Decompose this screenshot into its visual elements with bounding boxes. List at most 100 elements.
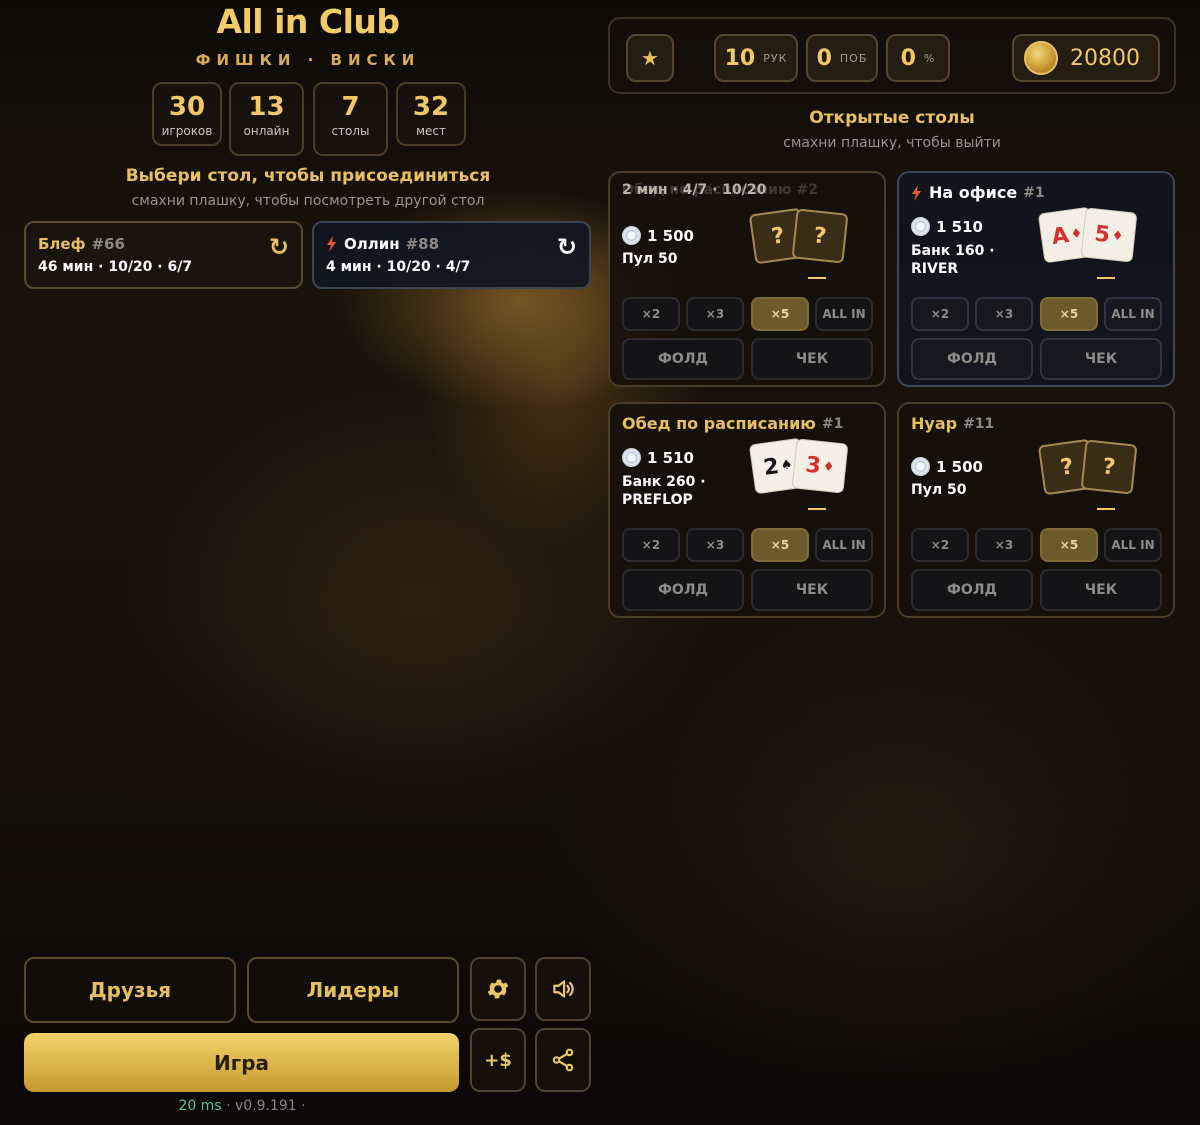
chips-value: 1 510: [936, 217, 983, 236]
hole-cards: ? ?: [748, 207, 862, 267]
card-suit: ♠: [779, 456, 794, 474]
table-chips: 1 510: [622, 448, 694, 467]
percent-value: 0: [900, 45, 916, 71]
open-table-card[interactable]: Нуар #11 1 500 Пул 50 ? ? ×2 ×3 ×5 ALL I…: [897, 402, 1175, 618]
version-value: · v0.9.191 ·: [226, 1098, 306, 1114]
chip-icon: [911, 217, 930, 236]
check-button[interactable]: ЧЕК: [1040, 569, 1162, 611]
stat-tables: 7 столы: [313, 82, 388, 156]
bet-x3-button[interactable]: ×3: [975, 528, 1033, 562]
lobby-table-title: Блеф #66: [38, 235, 289, 253]
bet-x3-button[interactable]: ×3: [975, 297, 1033, 331]
playing-card: 3 ♦: [791, 438, 849, 494]
open-table-card[interactable]: На офисе #1 1 510 Банк 160 · RIVER A ♦ 5 ♦…: [897, 171, 1175, 387]
table-number: #1: [821, 415, 844, 432]
all-in-button[interactable]: ALL IN: [815, 297, 873, 331]
lobby-table-meta: 4 мин · 10/20 · 4/7: [326, 259, 471, 275]
card-suit: ♦: [822, 458, 836, 475]
table-name: На офисе: [929, 183, 1018, 202]
stat-label: столы: [331, 124, 370, 138]
hole-cards: A ♦ 5 ♦: [1037, 206, 1151, 266]
table-title: На офисе #1: [911, 183, 1045, 202]
fold-button[interactable]: ФОЛД: [622, 338, 744, 380]
fold-button[interactable]: ФОЛД: [911, 569, 1033, 611]
fold-button[interactable]: ФОЛД: [911, 338, 1033, 380]
all-in-button[interactable]: ALL IN: [1104, 528, 1162, 562]
coin-icon: [1024, 41, 1058, 75]
check-button[interactable]: ЧЕК: [751, 338, 873, 380]
hands-counter: 10 РУК: [714, 34, 798, 82]
table-street: PREFLOP: [622, 492, 693, 508]
hole-cards: ? ?: [1037, 438, 1151, 498]
open-table-card[interactable]: Обед по расписанию #1 1 510 Банк 260 · P…: [608, 402, 886, 618]
lightning-icon: [327, 236, 336, 252]
wins-counter: 0 ПОБ: [806, 34, 878, 82]
bet-x5-button[interactable]: ×5: [751, 528, 809, 562]
sound-button[interactable]: [535, 957, 591, 1021]
open-tables-title: Открытые столы: [809, 108, 975, 128]
bet-x5-button[interactable]: ×5: [751, 297, 809, 331]
bet-x2-button[interactable]: ×2: [622, 528, 680, 562]
table-number: #1: [1023, 184, 1045, 201]
bet-x2-button[interactable]: ×2: [622, 297, 680, 331]
card-rank: 3: [804, 452, 823, 479]
settings-button[interactable]: [470, 957, 526, 1021]
percent-label: %: [923, 51, 936, 65]
stat-value: 30: [168, 92, 206, 122]
card-suit: ♦: [1111, 227, 1125, 244]
app-subtitle: ФИШКИ · ВИСКИ: [195, 51, 421, 69]
stat-label: онлайн: [243, 124, 290, 138]
balance-display[interactable]: 20800: [1012, 34, 1160, 82]
stat-label: игроков: [161, 124, 213, 138]
fold-button[interactable]: ФОЛД: [622, 569, 744, 611]
card-rank: 2: [761, 453, 781, 481]
chips-value: 1 500: [647, 226, 694, 245]
table-ghost-behind: Обед по расписанию #2: [622, 182, 818, 198]
leaders-button[interactable]: Лидеры: [247, 957, 459, 1023]
refresh-icon[interactable]: ↻: [269, 235, 289, 259]
table-number: #11: [963, 415, 995, 432]
all-in-button[interactable]: ALL IN: [815, 528, 873, 562]
table-pot: Пул 50: [911, 482, 967, 498]
lightning-icon: [912, 184, 921, 201]
check-button[interactable]: ЧЕК: [751, 569, 873, 611]
table-ghost-meta: 2 мин · 4/7 · 10/20 Обед по расписанию #…: [622, 182, 818, 198]
bet-x5-button[interactable]: ×5: [1040, 528, 1098, 562]
play-button[interactable]: Игра: [24, 1033, 459, 1092]
add-money-button[interactable]: +$: [470, 1028, 526, 1092]
stat-label: мест: [415, 124, 447, 138]
favorites-button[interactable]: ★: [626, 34, 674, 82]
chip-icon: [622, 226, 641, 245]
lobby-table-name: Оллин: [344, 235, 400, 253]
stat-value: 7: [341, 92, 360, 122]
hands-label: РУК: [763, 51, 788, 65]
table-street: RIVER: [911, 261, 959, 277]
balance-value: 20800: [1070, 45, 1140, 71]
share-button[interactable]: [535, 1028, 591, 1092]
bet-x2-button[interactable]: ×2: [911, 528, 969, 562]
bet-x2-button[interactable]: ×2: [911, 297, 969, 331]
table-chips: 1 510: [911, 217, 983, 236]
table-pot: Пул 50: [622, 251, 678, 267]
hole-cards: 2 ♠ 3 ♦: [748, 437, 862, 497]
table-bank: Банк 260 ·: [622, 474, 706, 490]
ping-value: 20 ms: [178, 1098, 222, 1114]
table-name: Обед по расписанию: [622, 414, 816, 433]
check-button[interactable]: ЧЕК: [1040, 338, 1162, 380]
gear-icon: [487, 979, 509, 999]
bet-x3-button[interactable]: ×3: [686, 297, 744, 331]
open-table-card[interactable]: 2 мин · 4/7 · 10/20 Обед по расписанию #…: [608, 171, 886, 387]
all-in-button[interactable]: ALL IN: [1104, 297, 1162, 331]
lobby-table-name: Блеф: [38, 235, 86, 253]
refresh-icon[interactable]: ↻: [557, 235, 577, 259]
lobby-table-blef[interactable]: Блеф #66 46 мин · 10/20 · 6/7 ↻: [24, 221, 303, 289]
wins-label: ПОБ: [839, 51, 868, 65]
top-bar: ★ 10 РУК 0 ПОБ 0% 20800: [608, 17, 1176, 94]
chip-icon: [911, 457, 930, 476]
friends-button[interactable]: Друзья: [24, 957, 236, 1023]
lobby-table-ollin[interactable]: Оллин #88 4 мин · 10/20 · 4/7 ↻: [312, 221, 591, 289]
turn-indicator: [808, 508, 826, 510]
bet-x3-button[interactable]: ×3: [686, 528, 744, 562]
bet-x5-button[interactable]: ×5: [1040, 297, 1098, 331]
lobby-table-title: Оллин #88: [326, 235, 577, 253]
